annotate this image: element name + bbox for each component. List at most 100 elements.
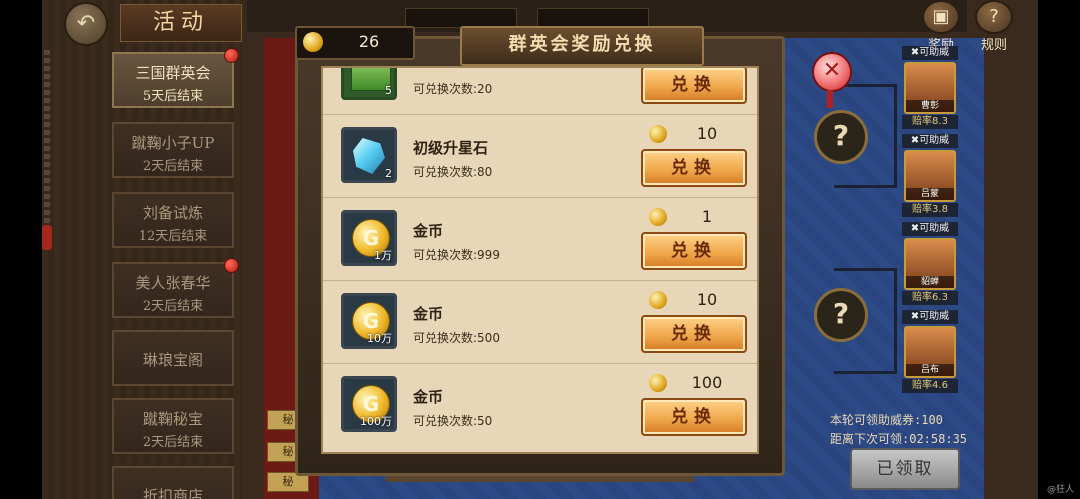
item-count: 5 bbox=[385, 84, 392, 97]
item-name: 金币 bbox=[413, 305, 444, 323]
item-count: 100万 bbox=[360, 415, 392, 428]
activity-status: 2天后结束 bbox=[142, 435, 204, 450]
next-claim-timer: 距离下次可领:02:58:35 bbox=[830, 432, 968, 446]
chain-decoration bbox=[44, 50, 50, 250]
coin-count: 26 bbox=[358, 32, 380, 51]
activity-item[interactable]: 琳琅宝阁 bbox=[112, 330, 234, 386]
hero-rate: 赔率6.3 bbox=[902, 291, 958, 305]
close-tassel bbox=[827, 90, 833, 108]
item-price: 10 bbox=[649, 289, 757, 311]
item-price: 1 bbox=[649, 206, 757, 228]
watermark: @狂人 bbox=[1046, 485, 1074, 495]
coin-balance: 26 bbox=[295, 26, 415, 60]
item-icon: G 10万 bbox=[341, 293, 397, 349]
exchange-limit: 可兑换次数:999 bbox=[413, 248, 500, 262]
item-count: 1万 bbox=[374, 249, 392, 262]
coin-icon bbox=[649, 125, 667, 143]
activity-item[interactable]: 三国群英会 5天后结束 bbox=[112, 48, 239, 108]
hero-rate: 赔率3.8 bbox=[902, 203, 958, 217]
item-icon: G 1万 bbox=[341, 210, 397, 266]
hero-rate: 赔率8.3 bbox=[902, 115, 958, 129]
activity-status: 2天后结束 bbox=[142, 299, 204, 314]
unknown-match-icon[interactable]: ? bbox=[814, 110, 868, 164]
price-value: 100 bbox=[691, 373, 723, 392]
item-name: 金币 bbox=[413, 388, 444, 406]
activity-sidebar: ↶ 活动 三国群英会 5天后结束 蹴鞠小子UP 2天后结束 刘备试炼 12天后结… bbox=[42, 0, 242, 499]
activity-item[interactable]: 刘备试炼 12天后结束 bbox=[112, 192, 234, 248]
list-item: 5 可兑换次数:20 兑换 bbox=[323, 68, 757, 115]
cheer-x-icon: ✖ bbox=[910, 223, 920, 234]
close-button[interactable]: ✕ bbox=[812, 52, 852, 92]
exchange-limit: 可兑换次数:80 bbox=[413, 165, 493, 179]
exchange-button[interactable]: 兑换 bbox=[641, 398, 747, 436]
list-item: G 10万 金币 可兑换次数:500 10 兑换 bbox=[323, 281, 757, 364]
exchange-button[interactable]: 兑换 bbox=[641, 149, 747, 187]
back-arrow-icon: ↶ bbox=[76, 11, 96, 36]
hero-portrait: 貂蝉 bbox=[904, 238, 956, 290]
close-icon: ✕ bbox=[822, 58, 842, 83]
price-value: 10 bbox=[696, 290, 718, 309]
item-count: 2 bbox=[385, 167, 392, 180]
unknown-match-icon[interactable]: ? bbox=[814, 288, 868, 342]
dialog-title: 群英会奖励兑换 bbox=[460, 26, 704, 66]
exchange-button[interactable]: 兑换 bbox=[641, 232, 747, 270]
item-name: 金币 bbox=[413, 222, 444, 240]
cheer-ticket-text: 本轮可领助威券:100 bbox=[830, 413, 943, 427]
hero-card[interactable]: ✖可助威 曹彰 赔率8.3 bbox=[902, 46, 958, 129]
hero-tag: ✖可助威 bbox=[902, 222, 958, 236]
item-price: 10 bbox=[649, 123, 757, 145]
sidebar-title: 活动 bbox=[120, 4, 242, 42]
gift-icon: ▣ bbox=[922, 0, 960, 34]
exchange-button[interactable]: 兑换 bbox=[641, 315, 747, 353]
price-value: 10 bbox=[696, 124, 718, 143]
question-icon: ? bbox=[975, 0, 1013, 34]
exchange-list[interactable]: 5 可兑换次数:20 兑换 2 初级升星石 可兑换次数:80 10 兑换 G 1… bbox=[321, 66, 759, 454]
activity-status: 2天后结束 bbox=[142, 159, 204, 174]
hero-tag: ✖可助威 bbox=[902, 46, 958, 60]
exchange-limit: 可兑换次数:50 bbox=[413, 414, 493, 428]
activity-name: 美人张春华 bbox=[135, 274, 211, 292]
claimed-button[interactable]: 已领取 bbox=[850, 448, 960, 490]
rules-button[interactable]: ? 规则 bbox=[972, 0, 1016, 53]
item-count: 10万 bbox=[367, 332, 392, 345]
hero-card[interactable]: ✖可助威 貂蝉 赔率6.3 bbox=[902, 222, 958, 305]
activity-name: 刘备试炼 bbox=[142, 204, 203, 222]
activity-status: 5天后结束 bbox=[142, 89, 204, 104]
reward-button[interactable]: ▣ 奖励 bbox=[919, 0, 963, 53]
notification-dot bbox=[224, 258, 239, 273]
activity-item[interactable]: 蹴鞠秘宝 2天后结束 bbox=[112, 398, 234, 454]
item-name: 初级升星石 bbox=[413, 139, 489, 157]
notification-dot bbox=[224, 48, 239, 63]
screen-bezel bbox=[1038, 0, 1080, 499]
activity-name: 琳琅宝阁 bbox=[142, 351, 203, 369]
list-item: 2 初级升星石 可兑换次数:80 10 兑换 bbox=[323, 115, 757, 198]
hero-portrait: 曹彰 bbox=[904, 62, 956, 114]
back-button[interactable]: ↶ bbox=[64, 2, 108, 46]
hero-rate: 赔率4.6 bbox=[902, 379, 958, 393]
activity-status: 12天后结束 bbox=[138, 229, 208, 244]
star-stone-icon bbox=[353, 138, 385, 174]
exchange-limit: 可兑换次数:500 bbox=[413, 331, 500, 345]
exchange-button[interactable]: 兑换 bbox=[641, 68, 747, 104]
price-value: 1 bbox=[701, 207, 713, 226]
item-icon: 2 bbox=[341, 127, 397, 183]
item-price: 100 bbox=[649, 372, 757, 394]
coin-icon bbox=[649, 291, 667, 309]
activity-item[interactable]: 蹴鞠小子UP 2天后结束 bbox=[112, 122, 234, 178]
exchange-dialog: 26 群英会奖励兑换 5 可兑换次数:20 兑换 2 初级升星石 可兑换次数:8 bbox=[295, 16, 852, 482]
hero-name: 貂蝉 bbox=[906, 276, 954, 288]
cheer-x-icon: ✖ bbox=[910, 135, 920, 146]
activity-item[interactable]: 折扣商店 bbox=[112, 466, 234, 499]
activity-item[interactable]: 美人张春华 2天后结束 bbox=[112, 258, 239, 318]
hero-portrait: 吕蒙 bbox=[904, 150, 956, 202]
cheer-x-icon: ✖ bbox=[910, 47, 920, 58]
exchange-limit: 可兑换次数:20 bbox=[413, 82, 493, 96]
hero-card[interactable]: ✖可助威 吕布 赔率4.6 bbox=[902, 310, 958, 393]
dialog-scrollbar[interactable] bbox=[385, 476, 695, 482]
hero-name: 吕蒙 bbox=[906, 188, 954, 200]
item-icon: 5 bbox=[341, 68, 397, 100]
item-icon: G 100万 bbox=[341, 376, 397, 432]
coin-icon bbox=[649, 208, 667, 226]
coin-icon bbox=[649, 374, 667, 392]
hero-card[interactable]: ✖可助威 吕蒙 赔率3.8 bbox=[902, 134, 958, 217]
